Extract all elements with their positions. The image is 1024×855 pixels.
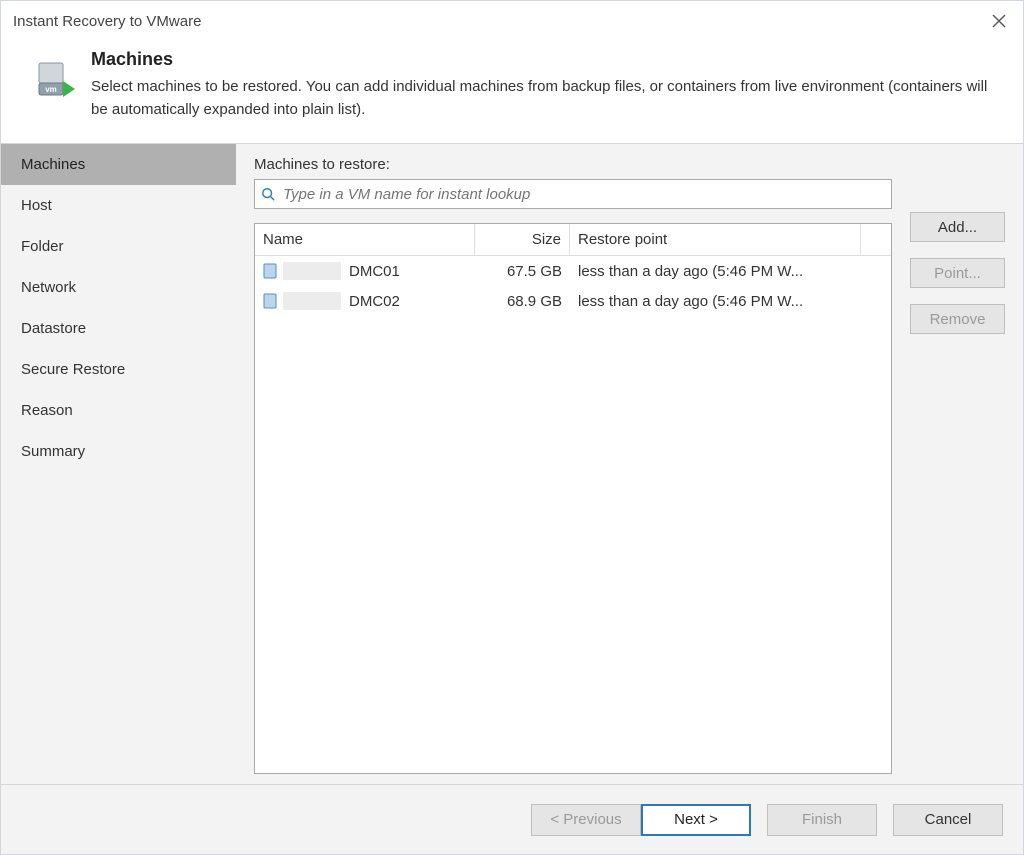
sidebar-item-summary[interactable]: Summary	[1, 431, 236, 472]
wizard-steps: Machines Host Folder Network Datastore S…	[1, 144, 236, 784]
list-label: Machines to restore:	[254, 156, 892, 173]
vm-size: 67.5 GB	[475, 263, 570, 280]
add-button[interactable]: Add...	[910, 212, 1005, 242]
column-spacer	[861, 224, 891, 255]
vm-icon	[263, 263, 277, 279]
sidebar-item-machines[interactable]: Machines	[1, 144, 236, 185]
sidebar-item-folder[interactable]: Folder	[1, 226, 236, 267]
redacted-prefix	[283, 292, 341, 310]
header-description: Select machines to be restored. You can …	[91, 76, 1003, 121]
point-button[interactable]: Point...	[910, 258, 1005, 288]
column-size[interactable]: Size	[475, 224, 570, 255]
side-buttons: Add... Point... Remove	[910, 156, 1005, 774]
cancel-button[interactable]: Cancel	[893, 804, 1003, 836]
vm-restore-point: less than a day ago (5:46 PM W...	[570, 263, 861, 280]
svg-text:vm: vm	[45, 85, 57, 94]
table-header: Name Size Restore point	[255, 224, 891, 256]
wizard-window: Instant Recovery to VMware vm Machines S…	[0, 0, 1024, 855]
header-title: Machines	[91, 49, 1003, 70]
wizard-footer: < Previous Next > Finish Cancel	[1, 784, 1023, 854]
previous-button[interactable]: < Previous	[531, 804, 641, 836]
table-row[interactable]: DMC02 68.9 GB less than a day ago (5:46 …	[255, 286, 891, 316]
redacted-prefix	[283, 262, 341, 280]
vm-name: DMC01	[349, 263, 400, 280]
machines-table: Name Size Restore point DMC	[254, 223, 892, 774]
sidebar-item-reason[interactable]: Reason	[1, 390, 236, 431]
main-panel: Machines to restore: Name Size Restore p…	[236, 144, 1023, 784]
next-button[interactable]: Next >	[641, 804, 751, 836]
vm-size: 68.9 GB	[475, 293, 570, 310]
wizard-header: vm Machines Select machines to be restor…	[1, 41, 1023, 143]
vm-restore-icon: vm	[35, 59, 77, 101]
search-input[interactable]	[281, 185, 885, 204]
vm-name: DMC02	[349, 293, 400, 310]
remove-button[interactable]: Remove	[910, 304, 1005, 334]
column-restore-point[interactable]: Restore point	[570, 224, 861, 255]
table-row[interactable]: DMC01 67.5 GB less than a day ago (5:46 …	[255, 256, 891, 286]
vm-restore-point: less than a day ago (5:46 PM W...	[570, 293, 861, 310]
window-title: Instant Recovery to VMware	[13, 13, 987, 30]
close-button[interactable]	[987, 9, 1011, 33]
vm-icon	[263, 293, 277, 309]
table-body: DMC01 67.5 GB less than a day ago (5:46 …	[255, 256, 891, 773]
header-icon: vm	[21, 45, 91, 101]
column-name[interactable]: Name	[255, 224, 475, 255]
finish-button[interactable]: Finish	[767, 804, 877, 836]
sidebar-item-secure-restore[interactable]: Secure Restore	[1, 349, 236, 390]
sidebar-item-host[interactable]: Host	[1, 185, 236, 226]
sidebar-item-network[interactable]: Network	[1, 267, 236, 308]
wizard-body: Machines Host Folder Network Datastore S…	[1, 143, 1023, 784]
close-icon	[992, 14, 1006, 28]
search-box[interactable]	[254, 179, 892, 209]
search-icon	[261, 187, 275, 201]
titlebar: Instant Recovery to VMware	[1, 1, 1023, 41]
sidebar-item-datastore[interactable]: Datastore	[1, 308, 236, 349]
